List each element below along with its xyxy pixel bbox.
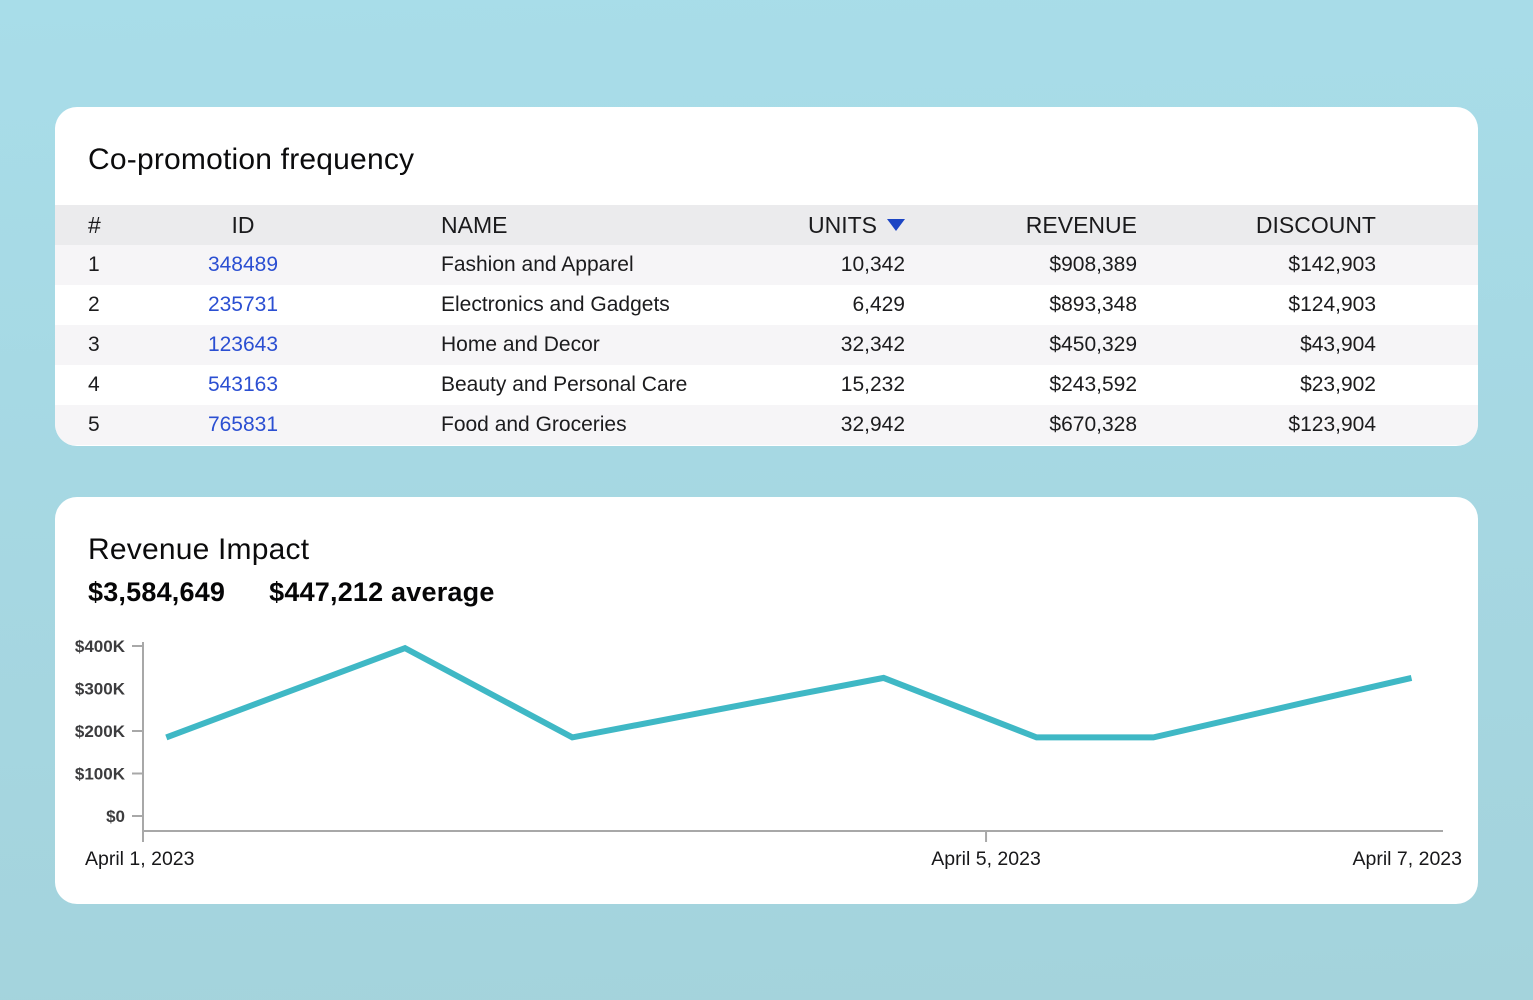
svg-text:$200K: $200K: [75, 722, 126, 741]
row-index: 2: [55, 285, 155, 325]
co-promotion-table: # ID NAME UNITS REVENUE DISCOUNT 1 34848…: [55, 205, 1478, 445]
chart-card-title: Revenue Impact: [55, 497, 1478, 567]
row-units: 32,342: [761, 325, 915, 365]
column-header-units[interactable]: UNITS: [761, 205, 915, 245]
row-revenue: $670,328: [915, 405, 1147, 445]
svg-text:$300K: $300K: [75, 680, 126, 699]
row-id-link[interactable]: 543163: [208, 373, 278, 396]
row-revenue: $908,389: [915, 245, 1147, 285]
svg-text:$400K: $400K: [75, 637, 126, 656]
row-name: Fashion and Apparel: [331, 245, 761, 285]
revenue-chart-svg: $400K $300K $200K $100K $0 April 1, 2023 April…: [55, 620, 1478, 878]
row-id-link[interactable]: 235731: [208, 293, 278, 316]
svg-text:April 1, 2023: April 1, 2023: [85, 848, 195, 870]
svg-text:$0: $0: [106, 807, 125, 826]
row-units: 10,342: [761, 245, 915, 285]
revenue-impact-card: Revenue Impact $3,584,649 $447,212 avera…: [55, 497, 1478, 904]
row-index: 1: [55, 245, 155, 285]
row-index: 3: [55, 325, 155, 365]
revenue-total: $3,584,649: [88, 577, 225, 608]
svg-text:April 5, 2023: April 5, 2023: [931, 848, 1041, 870]
table-row: 5 765831 Food and Groceries 32,942 $670,…: [55, 405, 1478, 445]
row-discount: $123,904: [1147, 405, 1478, 445]
revenue-line-chart: $400K $300K $200K $100K $0 April 1, 2023 April…: [55, 620, 1478, 878]
column-header-discount: DISCOUNT: [1147, 205, 1478, 245]
row-name: Food and Groceries: [331, 405, 761, 445]
row-revenue: $450,329: [915, 325, 1147, 365]
table-row: 1 348489 Fashion and Apparel 10,342 $908…: [55, 245, 1478, 285]
row-id-link[interactable]: 123643: [208, 333, 278, 356]
row-discount: $43,904: [1147, 325, 1478, 365]
sort-descending-icon[interactable]: [887, 219, 905, 231]
row-name: Electronics and Gadgets: [331, 285, 761, 325]
svg-text:April 7, 2023: April 7, 2023: [1353, 848, 1463, 870]
row-discount: $23,902: [1147, 365, 1478, 405]
column-header-revenue: REVENUE: [915, 205, 1147, 245]
row-name: Home and Decor: [331, 325, 761, 365]
table-card-title: Co-promotion frequency: [55, 107, 1478, 177]
row-index: 4: [55, 365, 155, 405]
table-row: 3 123643 Home and Decor 32,342 $450,329 …: [55, 325, 1478, 365]
row-discount: $142,903: [1147, 245, 1478, 285]
revenue-average: $447,212 average: [269, 577, 494, 608]
row-index: 5: [55, 405, 155, 445]
co-promotion-card: Co-promotion frequency # ID NAME UNITS R…: [55, 107, 1478, 446]
table-row: 2 235731 Electronics and Gadgets 6,429 $…: [55, 285, 1478, 325]
row-id-link[interactable]: 765831: [208, 413, 278, 436]
units-header-label: UNITS: [808, 212, 877, 238]
row-name: Beauty and Personal Care: [331, 365, 761, 405]
row-id-link[interactable]: 348489: [208, 253, 278, 276]
svg-text:$100K: $100K: [75, 765, 126, 784]
table-row: 4 543163 Beauty and Personal Care 15,232…: [55, 365, 1478, 405]
chart-stats-row: $3,584,649 $447,212 average: [55, 567, 1478, 608]
row-units: 32,942: [761, 405, 915, 445]
row-revenue: $893,348: [915, 285, 1147, 325]
row-revenue: $243,592: [915, 365, 1147, 405]
table-header-row: # ID NAME UNITS REVENUE DISCOUNT: [55, 205, 1478, 245]
row-discount: $124,903: [1147, 285, 1478, 325]
column-header-index: #: [55, 205, 155, 245]
column-header-name: NAME: [331, 205, 761, 245]
row-units: 6,429: [761, 285, 915, 325]
column-header-id: ID: [155, 205, 331, 245]
row-units: 15,232: [761, 365, 915, 405]
